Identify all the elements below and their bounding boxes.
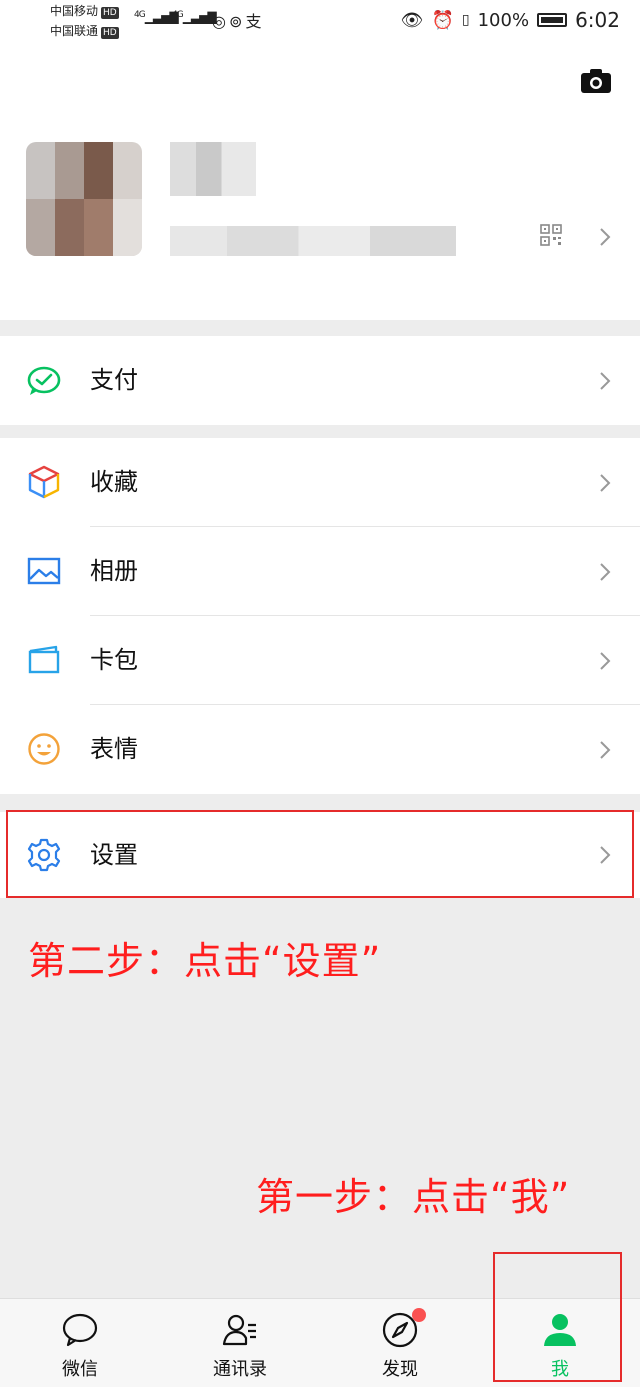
chevron-right-icon — [600, 474, 611, 492]
tab-label-discover: 发现 — [382, 1359, 418, 1380]
me-tab-highlight-box — [493, 1252, 622, 1382]
wechat-id-blurred — [170, 226, 456, 256]
menu-item-stickers[interactable]: 表情 — [0, 705, 640, 794]
tab-label-chats: 微信 — [62, 1359, 98, 1380]
status-bar: 中国移动 HD 中国联通 HD 4G▁▃▅▇ 4G▁▃▅▇ ◎ ⊚ 支 👁 ⏰ ▯ … — [0, 0, 640, 44]
smiley-icon — [28, 733, 60, 765]
menu-label-pay: 支付 — [90, 366, 138, 394]
card-wallet-icon — [28, 645, 60, 674]
camera-icon[interactable] — [580, 68, 612, 94]
eye-icon: 👁 — [400, 9, 424, 31]
avatar[interactable] — [26, 142, 142, 256]
chevron-right-icon — [600, 228, 611, 246]
annotation-step-2: 第二步：点击“设置” — [28, 939, 382, 983]
network-type-1: 4G — [134, 10, 146, 20]
menu-item-album[interactable]: 相册 — [0, 527, 640, 616]
chevron-right-icon — [600, 652, 611, 670]
features-group: 收藏 相册 卡包 表情 — [0, 438, 640, 794]
notification-dot — [412, 1308, 426, 1322]
tab-discover[interactable]: 发现 — [320, 1299, 480, 1387]
tab-contacts[interactable]: 通讯录 — [160, 1299, 320, 1387]
menu-label-album: 相册 — [90, 557, 138, 585]
tab-chats[interactable]: 微信 — [0, 1299, 160, 1387]
qr-code-icon[interactable] — [540, 224, 562, 246]
battery-icon — [537, 13, 568, 27]
carrier-1-label: 中国移动 — [50, 4, 99, 18]
signal-2: 4G▁▃▅▇ — [172, 10, 217, 24]
hd-badge: HD — [101, 7, 119, 19]
pay-group: 支付 — [0, 336, 640, 425]
menu-label-cards: 卡包 — [90, 646, 138, 674]
wallet-check-icon — [27, 366, 61, 395]
chevron-right-icon — [600, 741, 611, 759]
status-right: 👁 ⏰ ▯ 100% 6:02 — [401, 8, 620, 32]
vibrate-icon: ▯ — [461, 12, 470, 28]
profile-header[interactable] — [0, 44, 640, 320]
menu-label-favorites: 收藏 — [90, 468, 138, 496]
menu-item-favorites[interactable]: 收藏 — [0, 438, 640, 527]
menu-label-stickers: 表情 — [90, 735, 138, 763]
network-type-2: 4G — [172, 10, 184, 20]
tab-label-contacts: 通讯录 — [213, 1359, 267, 1380]
alarm-icon: ⏰ — [431, 9, 454, 31]
clock: 6:02 — [575, 8, 620, 32]
chevron-right-icon — [600, 372, 611, 390]
contacts-icon — [222, 1314, 256, 1346]
settings-highlight-box — [6, 810, 634, 898]
menu-item-cards[interactable]: 卡包 — [0, 616, 640, 705]
annotation-step-1: 第一步：点击“我” — [256, 1175, 571, 1219]
carrier-2: 中国联通 HD — [50, 23, 119, 40]
carrier-2-label: 中国联通 — [50, 24, 99, 38]
chat-bubble-icon — [62, 1313, 98, 1347]
hd-badge: HD — [101, 27, 119, 39]
chevron-right-icon — [600, 563, 611, 581]
picture-icon — [27, 557, 61, 585]
battery-percent: 100% — [477, 9, 530, 31]
nickname-blurred — [170, 142, 256, 196]
status-app-icons: ◎ ⊚ 支 — [212, 12, 262, 31]
carrier-1: 中国移动 HD — [50, 3, 119, 20]
menu-item-pay[interactable]: 支付 — [0, 336, 640, 425]
cube-icon — [28, 465, 60, 499]
